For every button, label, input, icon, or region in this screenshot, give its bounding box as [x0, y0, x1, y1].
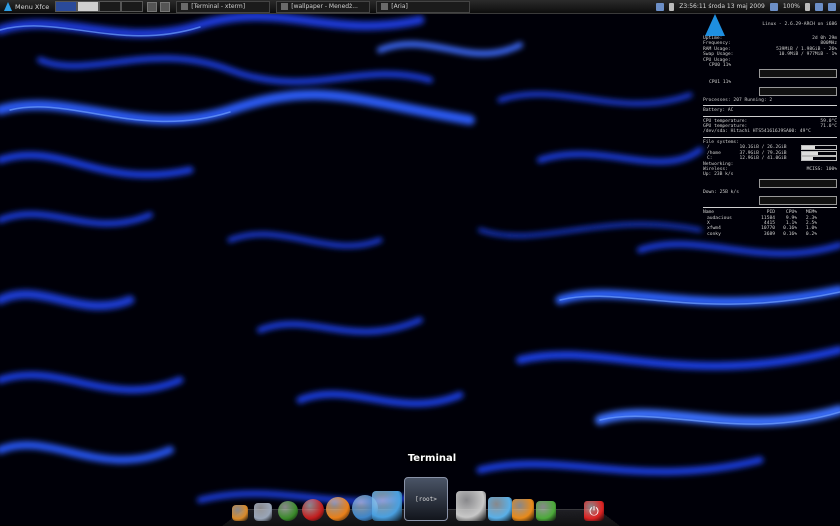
cpu0-label: CPU0 11% [709, 63, 732, 69]
conky-monitor: Linux - 2.6.29-ARCH on i686 Uptime: 2d 0h… [703, 14, 837, 237]
divider [703, 115, 837, 117]
upload-graph [759, 178, 837, 188]
wireless-value: MCISS: 100% [806, 166, 837, 172]
battery-icon [805, 2, 810, 11]
file-manager-icon[interactable] [372, 491, 402, 521]
power-icon[interactable]: ⏻ [584, 501, 604, 521]
logout-icon[interactable] [828, 2, 836, 11]
task-aria[interactable]: [Aria] [376, 0, 471, 13]
dock-tooltip: Terminal [407, 453, 457, 464]
divider [703, 136, 837, 138]
top-panel: Menu Xfce [Terminal - xterm] [wallpaper … [0, 0, 840, 14]
task-label: [Aria] [391, 3, 408, 10]
terminal-icon[interactable]: [root> [404, 477, 448, 521]
notification-icon[interactable] [815, 2, 823, 11]
arch-linux-logo-icon [705, 14, 725, 36]
divider [703, 105, 837, 107]
cpu0-graph [759, 69, 837, 79]
wrench-icon[interactable] [232, 505, 248, 521]
image-task-icon [281, 3, 289, 10]
terminal-task-icon [181, 3, 189, 10]
cpu0-row: CPU0 11% [703, 63, 837, 68]
process-cell: conky [707, 231, 721, 237]
workspace-switcher[interactable] [55, 1, 144, 12]
volume-icon[interactable] [669, 2, 675, 11]
gpu-temp-value: 71.0°C [820, 124, 837, 130]
settings-tools-icon[interactable] [254, 503, 272, 521]
terminal-prompt-glyph: [root> [415, 495, 437, 503]
processes-value: Processes: 207 Running: 2 [703, 97, 773, 103]
network-icon[interactable] [656, 2, 665, 11]
fs-list: /10.1GiB / 26.2GiB/home 37.9GiB / 79.2GiB… [703, 145, 837, 162]
power-glyph: ⏻ [589, 503, 599, 518]
globe-icon[interactable] [278, 501, 298, 521]
task-wallpaper[interactable]: [wallpaper - Menedż... [276, 0, 371, 13]
fs-usage-bar [801, 150, 837, 156]
workspace-2[interactable] [77, 1, 100, 12]
battery-value: Battery: AC [703, 108, 734, 114]
task-label: [wallpaper - Menedż... [291, 3, 358, 10]
download-label: Down: 25B k/s [703, 189, 739, 195]
fs-usage-bar [801, 156, 837, 162]
process-table: Name PID CPU% MEM% audacious 11584 9.9% 2.3% X 44… [703, 210, 837, 237]
xfce-menu-button[interactable]: Menu Xfce [0, 0, 53, 13]
system-tray: Z3:56:11 środa 13 maj 2009 100% [656, 2, 840, 11]
aria-task-icon [381, 3, 389, 10]
cpu1-row: CPU1 11% [703, 80, 837, 85]
dock: [root> ⏻ [228, 466, 618, 525]
cpu1-label: CPU1 11% [709, 80, 732, 86]
battery-row: Battery: AC [703, 108, 837, 113]
swap-value: 10.9MiB / 977MiB - 1% [778, 52, 837, 58]
disk-temp-row: /dev/sda: Hitachi HTS541616J9SA00: 49°C [703, 129, 837, 134]
processes-row: Processes: 207 Running: 2 [703, 98, 837, 103]
firefox-icon[interactable] [326, 497, 350, 521]
up-row: Up: 23B k/s [703, 172, 837, 177]
cpu1-graph [759, 86, 837, 96]
menu-label: Menu Xfce [15, 2, 50, 11]
download-graph [759, 196, 837, 206]
kernel-info: Linux - 2.6.29-ARCH on i686 [762, 22, 837, 28]
clock[interactable]: Z3:56:11 środa 13 maj 2009 [679, 3, 765, 10]
task-terminal[interactable]: [Terminal - xterm] [176, 0, 271, 13]
disk-temp-value: /dev/sda: Hitachi HTS541616J9SA00: 49°C [703, 129, 811, 135]
calculator-icon[interactable] [456, 491, 486, 521]
upload-label: Up: 23B k/s [703, 172, 734, 178]
process-cell: 0.16% [783, 231, 797, 237]
fs-usage-bar [801, 145, 837, 151]
down-row: Down: 25B k/s [703, 190, 837, 195]
battery-percent: 100% [782, 3, 800, 10]
image-viewer-icon[interactable] [488, 497, 512, 521]
cpu-freq-icon[interactable] [769, 2, 778, 11]
process-cell: 3689 [763, 231, 775, 237]
process-cell: 0.2% [805, 231, 817, 237]
show-desktop-icon[interactable] [147, 1, 158, 12]
fs-usage: 12.9GiB / 41.0GiB [739, 156, 787, 162]
quick-launchers [147, 1, 171, 12]
arch-logo-icon [4, 2, 12, 11]
process-row: conky 3689 0.16% 0.2% [703, 232, 837, 237]
task-label: [Terminal - xterm] [191, 3, 246, 10]
divider [703, 207, 837, 209]
workspace-4[interactable] [121, 1, 144, 12]
windows-icon[interactable] [536, 501, 556, 521]
launcher-icon[interactable] [160, 1, 171, 12]
workspace-1[interactable] [55, 1, 78, 12]
blender-icon[interactable] [512, 499, 534, 521]
workspace-3[interactable] [99, 1, 122, 12]
opera-icon[interactable] [302, 499, 324, 521]
conky-header: Linux - 2.6.29-ARCH on i686 [703, 14, 837, 36]
